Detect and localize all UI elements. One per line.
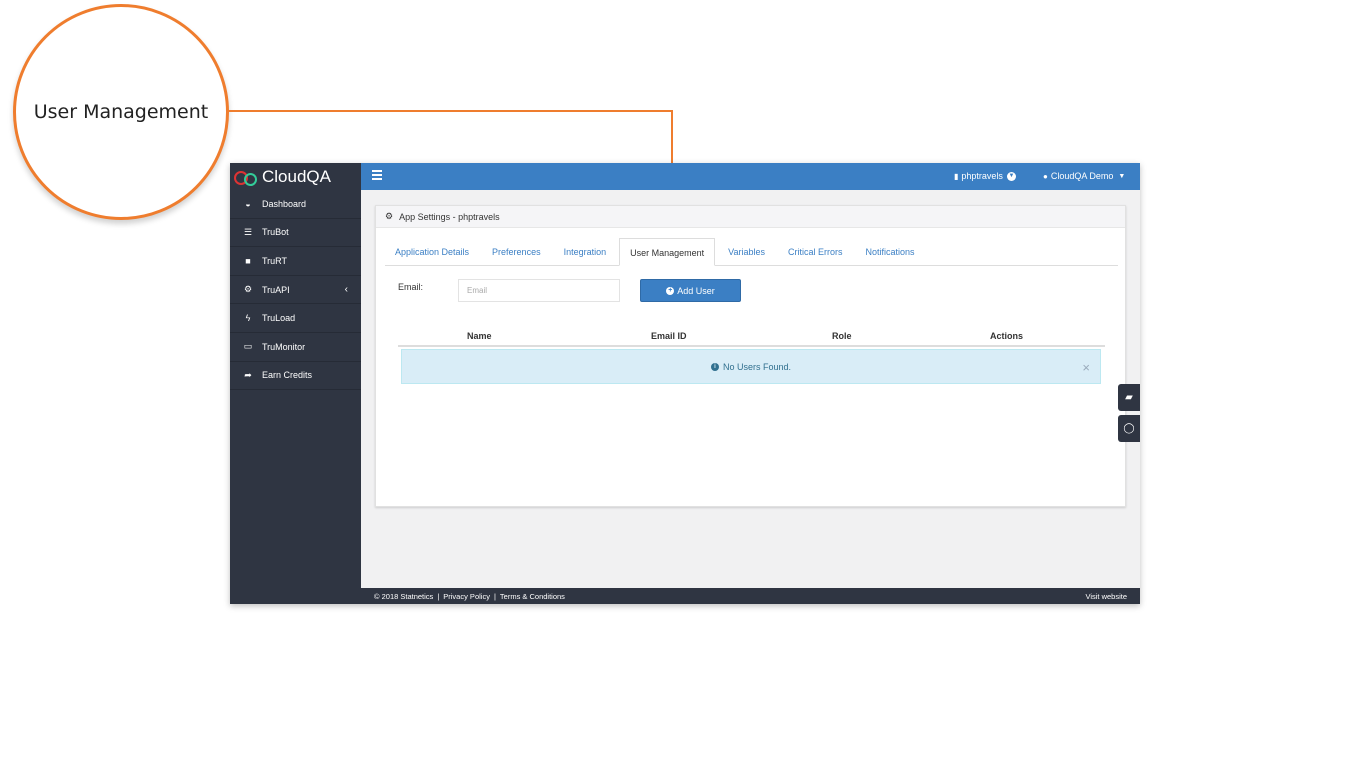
sidebar-item-label: Earn Credits [262, 370, 313, 381]
sidebar-item-truapi[interactable]: ⚙ TruAPI ‹ [230, 276, 361, 305]
project-name: phptravels [961, 171, 1003, 181]
hamburger-menu-icon[interactable] [372, 170, 382, 182]
chevron-down-icon: ▼ [1006, 171, 1016, 181]
topbar: ▮ phptravels ▼ ● CloudQA Demo ▼ [361, 163, 1140, 190]
add-user-button[interactable]: + Add User [640, 279, 741, 302]
tab-preferences[interactable]: Preferences [482, 238, 551, 266]
bolt-icon: ϟ [245, 313, 251, 324]
book-icon: ▰ [1125, 392, 1133, 403]
sidebar-item-trumonitor[interactable]: ▭ TruMonitor [230, 333, 361, 362]
footer-copyright: © 2018 Statnetics [374, 591, 434, 601]
sidebar-item-dashboard[interactable]: ◒ Dashboard [230, 190, 361, 219]
sidebar-item-label: TruMonitor [262, 341, 306, 352]
sidebar: CloudQA ◒ Dashboard ☰ TruBot ■ TruRT ⚙ T… [230, 163, 361, 604]
briefcase-icon: ■ [245, 255, 251, 266]
cogs-icon: ⚙ [243, 284, 253, 295]
callout-label: User Management [33, 101, 209, 123]
sidebar-item-truload[interactable]: ϟ TruLoad [230, 304, 361, 333]
plus-circle-icon: + [666, 286, 675, 295]
logo[interactable]: CloudQA [230, 163, 361, 190]
panel-header: ⚙ App Settings - phptravels [376, 206, 1125, 228]
chat-bubble-icon: ◯ [1123, 423, 1135, 434]
footer-visit-website-link[interactable]: Visit website [1085, 592, 1127, 601]
footer: © 2018 Statnetics | Privacy Policy | Ter… [361, 588, 1140, 604]
add-user-label: Add User [677, 285, 715, 296]
sidebar-item-trubot[interactable]: ☰ TruBot [230, 219, 361, 248]
footer-privacy-link[interactable]: Privacy Policy [443, 592, 490, 601]
user-name: CloudQA Demo [1050, 171, 1114, 181]
sidebar-item-label: TruLoad [262, 313, 296, 324]
app-window: CloudQA ◒ Dashboard ☰ TruBot ■ TruRT ⚙ T… [230, 163, 1140, 604]
bookmark-icon: ▮ [954, 171, 959, 181]
settings-tabs: Application Details Preferences Integrat… [385, 238, 1118, 266]
dashboard-icon: ◒ [245, 198, 251, 209]
user-icon: ● [1043, 171, 1048, 181]
tab-variables[interactable]: Variables [718, 238, 775, 266]
chat-side-button[interactable]: ◯ [1118, 415, 1140, 442]
tab-notifications[interactable]: Notifications [856, 238, 925, 266]
column-name: Name [467, 331, 492, 341]
project-selector[interactable]: ▮ phptravels ▼ [954, 171, 1016, 181]
sidebar-item-earn-credits[interactable]: ➦ Earn Credits [230, 362, 361, 391]
tab-critical-errors[interactable]: Critical Errors [778, 238, 853, 266]
sidebar-item-label: TruBot [262, 227, 289, 238]
tab-application-details[interactable]: Application Details [385, 238, 479, 266]
logo-text: CloudQA [262, 166, 331, 186]
callout-connector-horizontal [228, 110, 673, 112]
share-icon: ➦ [244, 369, 252, 380]
user-menu[interactable]: ● CloudQA Demo ▼ [1043, 171, 1125, 181]
close-icon[interactable]: × [1082, 360, 1090, 375]
cloudqa-logo-icon [234, 167, 260, 187]
users-table-header: Name Email ID Role Actions [398, 327, 1105, 347]
app-settings-panel: ⚙ App Settings - phptravels Application … [375, 205, 1126, 507]
column-actions: Actions [990, 331, 1024, 341]
chevron-left-icon[interactable]: ‹ [345, 284, 348, 295]
no-users-alert: i No Users Found. × [401, 349, 1101, 384]
email-label: Email: [398, 282, 424, 292]
column-email-id: Email ID [651, 331, 687, 341]
tab-user-management[interactable]: User Management [619, 238, 716, 266]
sidebar-item-label: Dashboard [262, 198, 307, 209]
book-side-button[interactable]: ▰ [1118, 384, 1140, 411]
gear-icon: ⚙ [385, 211, 394, 221]
column-role: Role [832, 331, 852, 341]
tab-integration[interactable]: Integration [554, 238, 617, 266]
sidebar-item-label: TruAPI [262, 284, 290, 295]
list-icon: ☰ [243, 226, 253, 237]
info-icon: i [710, 362, 719, 371]
caret-down-icon: ▼ [1118, 172, 1126, 180]
panel-title: App Settings - phptravels [399, 211, 500, 222]
email-input[interactable] [458, 279, 620, 302]
sidebar-item-trurt[interactable]: ■ TruRT [230, 247, 361, 276]
footer-terms-link[interactable]: Terms & Conditions [500, 592, 565, 601]
alert-text: No Users Found. [722, 361, 792, 372]
callout-circle: User Management [13, 4, 229, 220]
monitor-icon: ▭ [243, 341, 253, 352]
sidebar-item-label: TruRT [262, 255, 288, 266]
